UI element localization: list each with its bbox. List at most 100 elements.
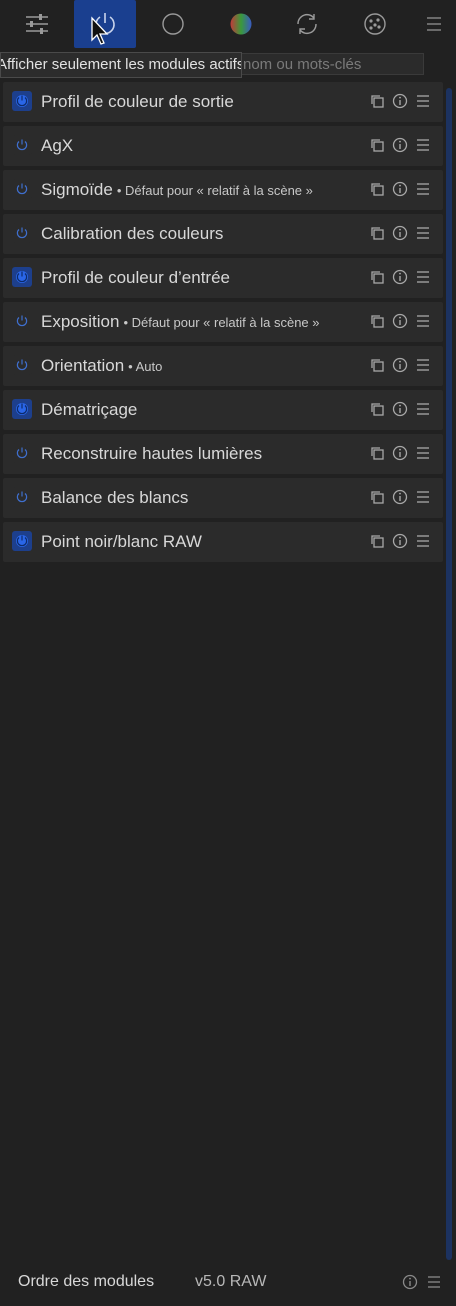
- info-icon[interactable]: [392, 489, 408, 505]
- module-row[interactable]: AgX: [3, 126, 443, 166]
- power-icon: [16, 447, 28, 459]
- module-power-button[interactable]: [12, 179, 32, 199]
- info-icon[interactable]: [392, 225, 408, 241]
- module-actions: [369, 137, 431, 153]
- module-title: Profil de couleur d’entrée: [41, 268, 231, 287]
- module-row[interactable]: Point noir/blanc RAW: [3, 522, 443, 562]
- copy-icon[interactable]: [369, 489, 385, 505]
- power-icon: [16, 535, 28, 547]
- hamburger-icon[interactable]: [415, 313, 431, 329]
- module-row[interactable]: Profil de couleur d’entrée: [3, 258, 443, 298]
- hamburger-icon[interactable]: [415, 93, 431, 109]
- module-row[interactable]: Balance des blancs: [3, 478, 443, 518]
- module-actions: [369, 533, 431, 549]
- hamburger-icon[interactable]: [426, 16, 442, 32]
- hamburger-icon[interactable]: [415, 533, 431, 549]
- info-icon[interactable]: [392, 445, 408, 461]
- module-actions: [369, 313, 431, 329]
- module-list: Profil de couleur de sortie AgX Sigmoïde…: [3, 82, 443, 566]
- module-power-button[interactable]: [12, 311, 32, 331]
- module-title: Reconstruire hautes lumières: [41, 444, 263, 463]
- info-icon[interactable]: [392, 93, 408, 109]
- copy-icon[interactable]: [369, 313, 385, 329]
- module-actions: [369, 357, 431, 373]
- info-icon[interactable]: [392, 137, 408, 153]
- module-power-button[interactable]: [12, 91, 32, 111]
- module-row[interactable]: Dématriçage: [3, 390, 443, 430]
- module-power-button[interactable]: [12, 443, 32, 463]
- module-row[interactable]: Orientation • Auto: [3, 346, 443, 386]
- search-input[interactable]: [236, 53, 424, 75]
- info-icon[interactable]: [392, 313, 408, 329]
- tab-active-modules[interactable]: [74, 0, 136, 48]
- module-name: AgX: [41, 136, 77, 156]
- module-actions: [369, 489, 431, 505]
- scrollbar[interactable]: [446, 88, 452, 1260]
- module-power-button[interactable]: [12, 355, 32, 375]
- module-power-button[interactable]: [12, 399, 32, 419]
- module-subtitle: • Défaut pour « relatif à la scène »: [116, 183, 313, 198]
- info-icon[interactable]: [392, 401, 408, 417]
- tab-sliders[interactable]: [6, 0, 68, 48]
- copy-icon[interactable]: [369, 93, 385, 109]
- module-actions: [369, 445, 431, 461]
- copy-icon[interactable]: [369, 269, 385, 285]
- circle-icon: [162, 13, 184, 35]
- hamburger-icon[interactable]: [415, 225, 431, 241]
- hamburger-icon[interactable]: [415, 181, 431, 197]
- module-order-value[interactable]: v5.0 RAW: [195, 1273, 266, 1291]
- module-row[interactable]: Profil de couleur de sortie: [3, 82, 443, 122]
- module-title: Sigmoïde: [41, 180, 113, 199]
- tab-color[interactable]: [210, 0, 272, 48]
- power-icon: [16, 139, 28, 151]
- copy-icon[interactable]: [369, 357, 385, 373]
- hamburger-icon[interactable]: [426, 1274, 442, 1290]
- tab-correct[interactable]: [276, 0, 338, 48]
- module-power-button[interactable]: [12, 487, 32, 507]
- module-power-button[interactable]: [12, 223, 32, 243]
- power-icon: [16, 403, 28, 415]
- hamburger-icon[interactable]: [415, 357, 431, 373]
- tab-base[interactable]: [142, 0, 204, 48]
- module-title: Profil de couleur de sortie: [41, 92, 234, 111]
- module-title: Orientation: [41, 356, 125, 375]
- power-icon: [16, 271, 28, 283]
- copy-icon[interactable]: [369, 225, 385, 241]
- copy-icon[interactable]: [369, 445, 385, 461]
- info-icon[interactable]: [392, 533, 408, 549]
- module-row[interactable]: Sigmoïde • Défaut pour « relatif à la scè…: [3, 170, 443, 210]
- copy-icon[interactable]: [369, 137, 385, 153]
- module-name: Sigmoïde • Défaut pour « relatif à la scè…: [41, 180, 313, 200]
- hamburger-icon[interactable]: [415, 137, 431, 153]
- hamburger-icon[interactable]: [415, 401, 431, 417]
- search-row: Afficher seulement les modules actifs: [0, 52, 456, 78]
- hamburger-icon[interactable]: [415, 269, 431, 285]
- info-icon[interactable]: [392, 269, 408, 285]
- module-row[interactable]: Calibration des couleurs: [3, 214, 443, 254]
- module-actions: [369, 225, 431, 241]
- hamburger-icon[interactable]: [415, 445, 431, 461]
- copy-icon[interactable]: [369, 181, 385, 197]
- refresh-icon: [297, 14, 317, 34]
- power-icon: [95, 13, 115, 35]
- copy-icon[interactable]: [369, 401, 385, 417]
- module-power-button[interactable]: [12, 267, 32, 287]
- tab-effect[interactable]: [344, 0, 406, 48]
- hamburger-icon[interactable]: [415, 489, 431, 505]
- module-order-bar: Ordre des modules v5.0 RAW: [0, 1262, 456, 1302]
- module-order-label: Ordre des modules: [18, 1273, 155, 1290]
- module-title: Exposition: [41, 312, 120, 331]
- power-icon: [16, 95, 28, 107]
- module-row[interactable]: Exposition • Défaut pour « relatif à la s…: [3, 302, 443, 342]
- copy-icon[interactable]: [369, 533, 385, 549]
- tooltip: Afficher seulement les modules actifs: [0, 52, 242, 78]
- power-icon: [16, 183, 28, 195]
- info-icon[interactable]: [392, 357, 408, 373]
- module-title: Point noir/blanc RAW: [41, 532, 202, 551]
- info-icon[interactable]: [402, 1274, 418, 1290]
- module-power-button[interactable]: [12, 531, 32, 551]
- module-power-button[interactable]: [12, 135, 32, 155]
- info-icon[interactable]: [392, 181, 408, 197]
- dots-circle-icon: [364, 13, 386, 35]
- module-row[interactable]: Reconstruire hautes lumières: [3, 434, 443, 474]
